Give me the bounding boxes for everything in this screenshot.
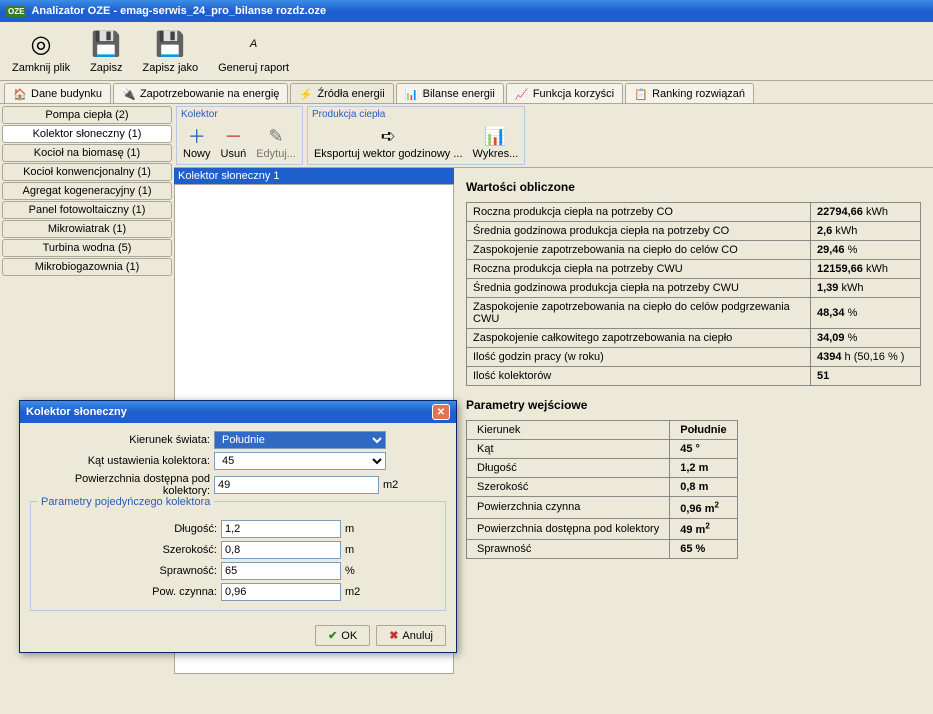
table-row: Powierzchnia czynna0,96 m2 — [467, 497, 738, 519]
table-row: Zaspokojenie zapotrzebowania na ciepło d… — [467, 298, 921, 329]
plus-icon: ＋ — [185, 124, 209, 148]
direction-select[interactable]: Południe — [214, 431, 386, 449]
sidebar-item[interactable]: Agregat kogeneracyjny (1) — [2, 182, 172, 200]
collector-dialog: Kolektor słoneczny ✕ Kierunek świata: Po… — [19, 400, 457, 653]
close-icon[interactable]: ✕ — [432, 404, 450, 420]
params-table: KierunekPołudnieKąt45 °Długość1,2 mSzero… — [466, 420, 738, 559]
edit-icon: ✎ — [264, 124, 288, 148]
table-row: Ilość kolektorów51 — [467, 367, 921, 386]
angle-select[interactable]: 45 — [214, 452, 386, 470]
close-file-button[interactable]: ◎ Zamknij plik — [8, 26, 74, 76]
table-row: Średnia godzinowa produkcja ciepła na po… — [467, 222, 921, 241]
table-row: Szerokość0,8 m — [467, 478, 738, 497]
table-row: KierunekPołudnie — [467, 421, 738, 440]
delete-button[interactable]: －Usuń — [219, 122, 249, 162]
function-icon: 📈 — [515, 88, 529, 100]
angle-label: Kąt ustawienia kolektora: — [30, 455, 210, 467]
fieldset-legend: Parametry pojedyńczego kolektora — [37, 496, 214, 508]
table-row: Długość1,2 m — [467, 459, 738, 478]
area-available-label: Powierzchnia dostępna pod kolektory: — [30, 473, 210, 497]
calc-table: Roczna produkcja ciepła na potrzeby CO22… — [466, 202, 921, 386]
x-icon: ✖ — [389, 629, 398, 642]
save-icon: 💾 — [90, 28, 122, 60]
sidebar-item[interactable]: Pompa ciepła (2) — [2, 106, 172, 124]
sidebar-item[interactable]: Kocioł konwencjonalny (1) — [2, 163, 172, 181]
table-row: Zaspokojenie całkowitego zapotrzebowania… — [467, 329, 921, 348]
sidebar-item[interactable]: Turbina wodna (5) — [2, 239, 172, 257]
ok-button[interactable]: ✔OK — [315, 625, 370, 646]
sidebar-item[interactable]: Kocioł na biomasę (1) — [2, 144, 172, 162]
sidebar-item[interactable]: Kolektor słoneczny (1) — [2, 125, 172, 143]
length-input[interactable] — [221, 520, 341, 538]
main-toolbar: ◎ Zamknij plik 💾 Zapisz 💾 Zapisz jako A … — [0, 22, 933, 81]
cancel-button[interactable]: ✖Anuluj — [376, 625, 446, 646]
detail-pane: Wartości obliczone Roczna produkcja ciep… — [454, 168, 933, 714]
edit-button: ✎Edytuj... — [254, 122, 298, 162]
tab-zrodla-energii[interactable]: ⚡Źródła energii — [290, 83, 393, 103]
table-row: Zaspokojenie zapotrzebowania na ciepło d… — [467, 241, 921, 260]
active-area-input[interactable] — [221, 583, 341, 601]
efficiency-input[interactable] — [221, 562, 341, 580]
save-button[interactable]: 💾 Zapisz — [86, 26, 126, 76]
energy-icon: ⚡ — [299, 88, 313, 100]
area-available-input[interactable] — [214, 476, 379, 494]
sidebar-item[interactable]: Mikrobiogazownia (1) — [2, 258, 172, 276]
plug-icon: 🔌 — [122, 88, 136, 100]
tab-funkcja[interactable]: 📈Funkcja korzyści — [506, 83, 623, 103]
house-icon: 🏠 — [13, 88, 27, 100]
table-row: Powierzchnia dostępna pod kolektory49 m2 — [467, 518, 738, 540]
width-input[interactable] — [221, 541, 341, 559]
single-collector-fieldset: Parametry pojedyńczego kolektora Długość… — [30, 501, 446, 611]
dialog-title-bar[interactable]: Kolektor słoneczny ✕ — [20, 401, 456, 423]
calc-title: Wartości obliczone — [466, 180, 921, 194]
power-icon: ◎ — [25, 28, 57, 60]
sidebar-item[interactable]: Mikrowiatrak (1) — [2, 220, 172, 238]
table-row: Średnia godzinowa produkcja ciepła na po… — [467, 279, 921, 298]
direction-label: Kierunek świata: — [30, 434, 210, 446]
unit-label: m2 — [383, 479, 403, 491]
report-icon: A — [238, 28, 270, 60]
export-button[interactable]: ➪Eksportuj wektor godzinowy ... — [312, 122, 465, 162]
save-as-icon: 💾 — [154, 28, 186, 60]
list-selected-item[interactable]: Kolektor słoneczny 1 — [174, 168, 454, 184]
balance-icon: 📊 — [405, 88, 419, 100]
table-row: Kąt45 ° — [467, 440, 738, 459]
app-logo: OZE — [6, 6, 26, 17]
ribbon-group-produkcja: Produkcja ciepła ➪Eksportuj wektor godzi… — [307, 106, 525, 165]
tab-ranking[interactable]: 📋Ranking rozwiązań — [625, 83, 754, 103]
check-icon: ✔ — [328, 629, 337, 642]
main-tabs: 🏠Dane budynku 🔌Zapotrzebowanie na energi… — [0, 81, 933, 104]
title-bar: OZE Analizator OZE - emag-serwis_24_pro_… — [0, 0, 933, 22]
table-row: Ilość godzin pracy (w roku)4394 h (50,16… — [467, 348, 921, 367]
tab-dane-budynku[interactable]: 🏠Dane budynku — [4, 83, 111, 103]
chart-icon: 📊 — [483, 124, 507, 148]
new-button[interactable]: ＋Nowy — [181, 122, 213, 162]
minus-icon: － — [221, 124, 245, 148]
ranking-icon: 📋 — [634, 88, 648, 100]
table-row: Roczna produkcja ciepła na potrzeby CO22… — [467, 203, 921, 222]
export-icon: ➪ — [376, 124, 400, 148]
table-row: Sprawność65 % — [467, 540, 738, 559]
table-row: Roczna produkcja ciepła na potrzeby CWU1… — [467, 260, 921, 279]
ribbon: Kolektor ＋Nowy －Usuń ✎Edytuj... Produkcj… — [174, 104, 933, 168]
params-title: Parametry wejściowe — [466, 398, 921, 412]
generate-report-button[interactable]: A Generuj raport — [214, 26, 293, 76]
ribbon-group-kolektor: Kolektor ＋Nowy －Usuń ✎Edytuj... — [176, 106, 303, 165]
chart-button[interactable]: 📊Wykres... — [471, 122, 521, 162]
tab-zapotrzebowanie[interactable]: 🔌Zapotrzebowanie na energię — [113, 83, 288, 103]
tab-bilanse[interactable]: 📊Bilanse energii — [396, 83, 504, 103]
sidebar-item[interactable]: Panel fotowoltaiczny (1) — [2, 201, 172, 219]
save-as-button[interactable]: 💾 Zapisz jako — [138, 26, 202, 76]
window-title: Analizator OZE - emag-serwis_24_pro_bila… — [31, 5, 326, 17]
